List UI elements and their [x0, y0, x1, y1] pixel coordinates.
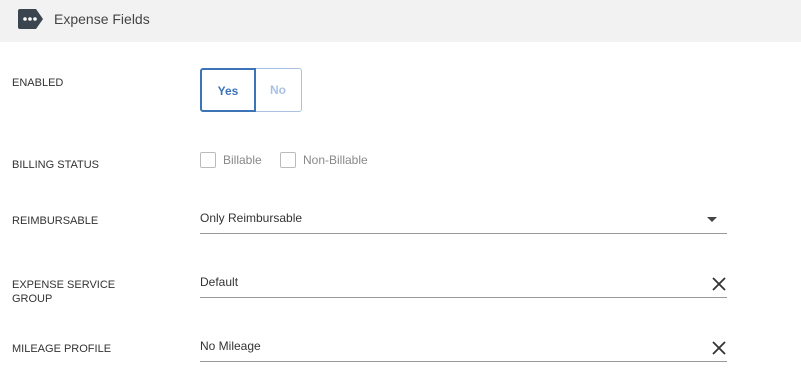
dropdown-arrow-icon[interactable] — [707, 217, 717, 222]
reimbursable-label: REIMBURSABLE — [12, 215, 99, 227]
section-title: Expense Fields — [54, 11, 150, 27]
billable-checkbox-label: Billable — [223, 153, 262, 167]
enabled-yes-button[interactable]: Yes — [200, 68, 256, 112]
mileage-profile-value: No Mileage — [200, 339, 261, 353]
close-icon[interactable] — [711, 276, 727, 292]
reimbursable-value: Only Reimbursable — [200, 211, 303, 225]
expense-service-group-label-line2: GROUP — [12, 293, 53, 305]
expense-service-group-label-line1: EXPENSE SERVICE — [12, 279, 116, 291]
billing-status-label: BILLING STATUS — [12, 159, 100, 171]
enabled-toggle: Yes No — [200, 68, 302, 112]
checkbox-box[interactable] — [200, 152, 216, 168]
section-header: Expense Fields — [0, 0, 801, 42]
enabled-no-button[interactable]: No — [254, 68, 302, 112]
enabled-label: ENABLED — [12, 77, 64, 89]
expense-service-group-label: EXPENSE SERVICE GROUP — [12, 278, 162, 306]
checkbox-box[interactable] — [280, 152, 296, 168]
expense-service-group-field[interactable]: Default — [200, 275, 727, 298]
mileage-profile-field[interactable]: No Mileage — [200, 339, 727, 362]
mileage-profile-label: MILEAGE PROFILE — [12, 343, 112, 355]
tag-more-icon — [18, 9, 43, 29]
expense-service-group-value: Default — [200, 275, 239, 289]
non-billable-checkbox-label: Non-Billable — [303, 153, 368, 167]
reimbursable-select[interactable]: Only Reimbursable — [200, 211, 727, 234]
close-icon[interactable] — [711, 340, 727, 356]
